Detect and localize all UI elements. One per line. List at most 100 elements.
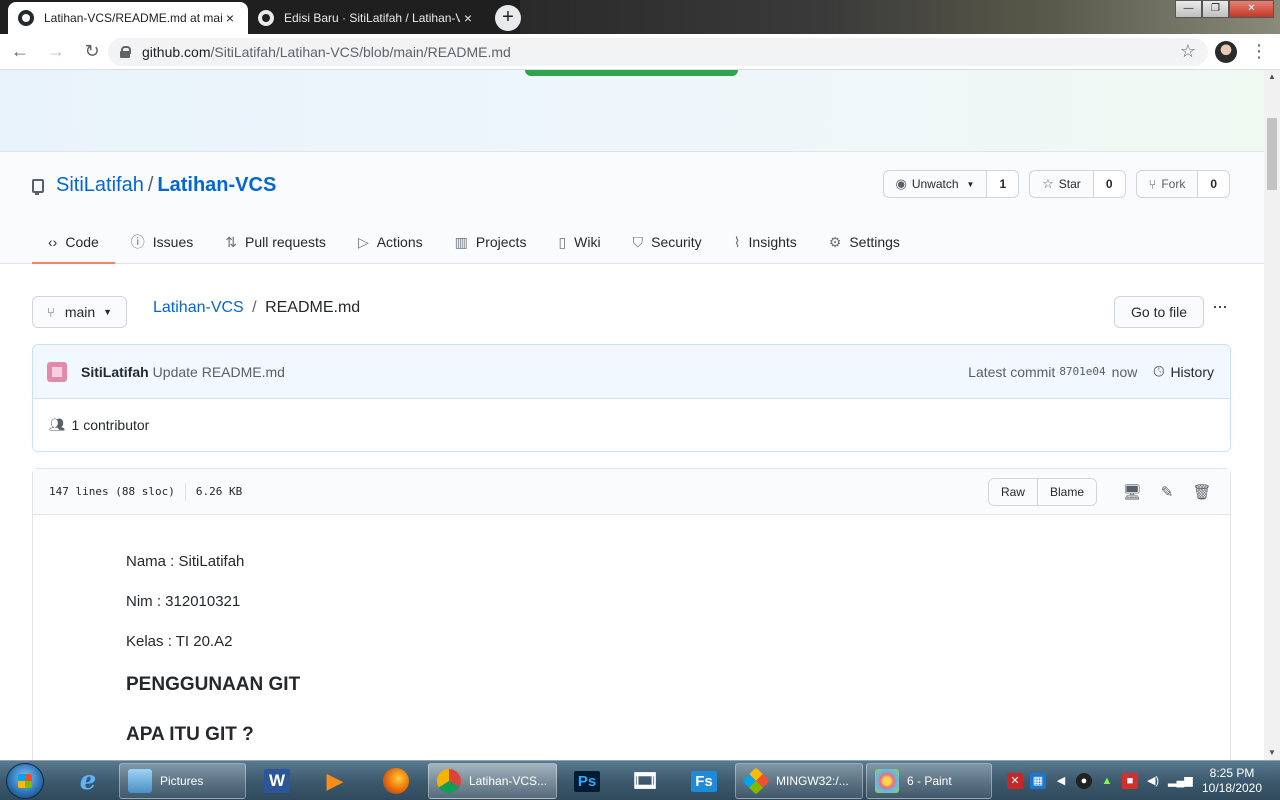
watch-count[interactable]: 1: [987, 170, 1020, 198]
scroll-up-icon[interactable]: ▲: [1264, 70, 1280, 84]
commit-sha-link[interactable]: 8701e04: [1059, 365, 1105, 378]
repo-name-link[interactable]: Latihan-VCS: [157, 174, 276, 197]
readme-kelas: Kelas : TI 20.A2: [126, 633, 233, 650]
triangle-tray-icon[interactable]: ▲: [1099, 773, 1115, 789]
antivirus-icon[interactable]: ■: [1122, 773, 1138, 789]
caret-down-icon: ▼: [966, 179, 975, 189]
browser-tab-readme[interactable]: Latihan-VCS/README.md at main ×: [8, 2, 248, 34]
taskbar-mingw[interactable]: MINGW32:/...: [735, 763, 863, 799]
taskbar-paint[interactable]: 6 - Paint: [866, 763, 992, 799]
speaker-mute-icon[interactable]: ◀: [1053, 773, 1069, 789]
star-count[interactable]: 0: [1093, 170, 1126, 198]
readme-heading-penggunaan-git: PENGGUNAAN GIT: [126, 674, 301, 695]
page-scrollbar[interactable]: ▲ ▼: [1264, 70, 1280, 760]
book-icon: ▯: [558, 233, 567, 250]
address-bar[interactable]: github.com/SitiLatifah/Latihan-VCS/blob/…: [108, 38, 1208, 66]
app-tray-icon[interactable]: ●: [1076, 773, 1092, 789]
breadcrumb: Latihan-VCS / README.md: [153, 299, 361, 316]
network-alert-icon[interactable]: ✕: [1007, 773, 1023, 789]
fork-button[interactable]: ⑂ Fork: [1135, 170, 1199, 198]
firefox-icon[interactable]: [370, 764, 422, 798]
start-button[interactable]: [6, 763, 44, 799]
tab-code[interactable]: ‹› Code: [32, 222, 115, 264]
media-player-icon[interactable]: ▶: [309, 764, 361, 798]
internet-explorer-icon[interactable]: e: [62, 764, 114, 798]
profile-avatar[interactable]: [1215, 41, 1237, 63]
taskbar-pictures[interactable]: Pictures: [119, 763, 246, 799]
close-icon[interactable]: ×: [460, 10, 476, 26]
repo-icon: [32, 178, 44, 195]
fork-count[interactable]: 0: [1198, 170, 1230, 198]
fs-app-icon[interactable]: Fs: [678, 764, 730, 798]
pull-request-icon: ⇅: [225, 233, 237, 250]
photoshop-icon[interactable]: Ps: [561, 764, 613, 798]
blame-button[interactable]: Blame: [1036, 478, 1096, 505]
browser-tab-edisi-baru[interactable]: Edisi Baru · SitiLatifah / Latihan-VCS ×: [248, 2, 486, 34]
readme-nim: Nim : 312010321: [126, 593, 241, 610]
contributors-row[interactable]: 👥︎ 1 contributor: [33, 399, 1230, 451]
commit-time: now: [1111, 363, 1138, 380]
taskbar-chrome[interactable]: Latihan-VCS...: [428, 763, 557, 799]
code-icon: ‹›: [48, 234, 58, 250]
back-button[interactable]: ←: [4, 36, 36, 68]
scroll-down-icon[interactable]: ▼: [1264, 746, 1280, 760]
minimize-button[interactable]: —: [1175, 0, 1202, 18]
gear-icon: ⚙: [828, 233, 842, 250]
tab-projects[interactable]: ▥ Projects: [439, 222, 543, 264]
go-to-file-button[interactable]: Go to file: [1114, 296, 1205, 328]
window-background: [520, 0, 1280, 34]
tab-issues[interactable]: ⓘ Issues: [115, 222, 209, 264]
bookmark-star-icon[interactable]: ☆: [1180, 41, 1196, 62]
tab-pull-requests[interactable]: ⇅ Pull requests: [209, 222, 342, 264]
reload-button[interactable]: ↻: [76, 36, 108, 68]
repo-nav: ‹› Code ⓘ Issues ⇅ Pull requests ▷ Actio…: [32, 222, 916, 264]
trash-icon[interactable]: 🗑︎: [1190, 480, 1214, 504]
star-button[interactable]: ☆ Star: [1029, 170, 1094, 198]
movie-maker-icon[interactable]: 🎞︎: [619, 764, 671, 798]
star-group: ☆ Star 0: [1029, 170, 1126, 198]
commit-message-link[interactable]: Update README.md: [153, 364, 285, 380]
file-size: 6.26 KB: [195, 485, 243, 498]
graph-icon: ⌇: [733, 233, 741, 250]
banner-green-button[interactable]: [525, 70, 738, 76]
scroll-thumb[interactable]: [1267, 118, 1277, 190]
tab-wiki[interactable]: ▯ Wiki: [542, 222, 616, 264]
new-tab-button[interactable]: +: [495, 5, 521, 31]
commit-meta: Latest commit 8701e04 now 🕓︎ History: [968, 363, 1214, 380]
breadcrumb-repo-link[interactable]: Latihan-VCS: [153, 299, 244, 316]
branch-select-button[interactable]: ⑂ main ▼: [32, 296, 128, 328]
commit-author-link[interactable]: SitiLatifah: [81, 364, 149, 380]
windows-flag-icon[interactable]: ▦: [1030, 773, 1046, 789]
pencil-icon[interactable]: ✎: [1155, 480, 1179, 504]
history-link[interactable]: 🕓︎ History: [1153, 363, 1214, 380]
tab-insights[interactable]: ⌇ Insights: [718, 222, 813, 264]
lock-icon[interactable]: [120, 46, 131, 58]
avatar[interactable]: [47, 361, 67, 382]
issue-icon: ⓘ: [130, 234, 145, 250]
word-icon[interactable]: W: [251, 764, 303, 798]
volume-icon[interactable]: ◀): [1145, 773, 1161, 789]
tab-actions[interactable]: ▷ Actions: [342, 222, 439, 264]
file-viewer: 147 lines (88 sloc) 6.26 KB Raw Blame 🖥︎…: [32, 468, 1231, 760]
unwatch-button[interactable]: ◉ Unwatch ▼: [882, 170, 988, 198]
history-icon: 🕓︎: [1153, 363, 1165, 379]
star-icon: ☆: [1042, 176, 1054, 191]
url-host: github.com: [142, 44, 211, 60]
close-icon[interactable]: ×: [222, 10, 238, 26]
branch-icon: ⑂: [47, 304, 55, 320]
more-options-icon[interactable]: ···: [1212, 296, 1232, 320]
taskbar-clock[interactable]: 8:25 PM 10/18/2020: [1196, 766, 1268, 796]
maximize-button[interactable]: ❐: [1202, 0, 1229, 18]
repo-owner-link[interactable]: SitiLatifah: [56, 174, 144, 197]
raw-button[interactable]: Raw: [988, 478, 1037, 505]
tab-security[interactable]: ⛉ Security: [617, 222, 718, 264]
shield-icon: ⛉: [632, 233, 644, 250]
close-window-button[interactable]: ✕: [1229, 0, 1274, 18]
browser-menu-icon[interactable]: ⋮: [1250, 40, 1268, 64]
signal-icon[interactable]: ▂▄▆: [1168, 773, 1193, 789]
breadcrumb-file: README.md: [265, 299, 361, 316]
tab-settings[interactable]: ⚙ Settings: [813, 222, 916, 264]
forward-button[interactable]: →: [40, 36, 72, 68]
desktop-icon[interactable]: 🖥︎: [1120, 480, 1144, 504]
clock-date: 10/18/2020: [1201, 781, 1263, 795]
